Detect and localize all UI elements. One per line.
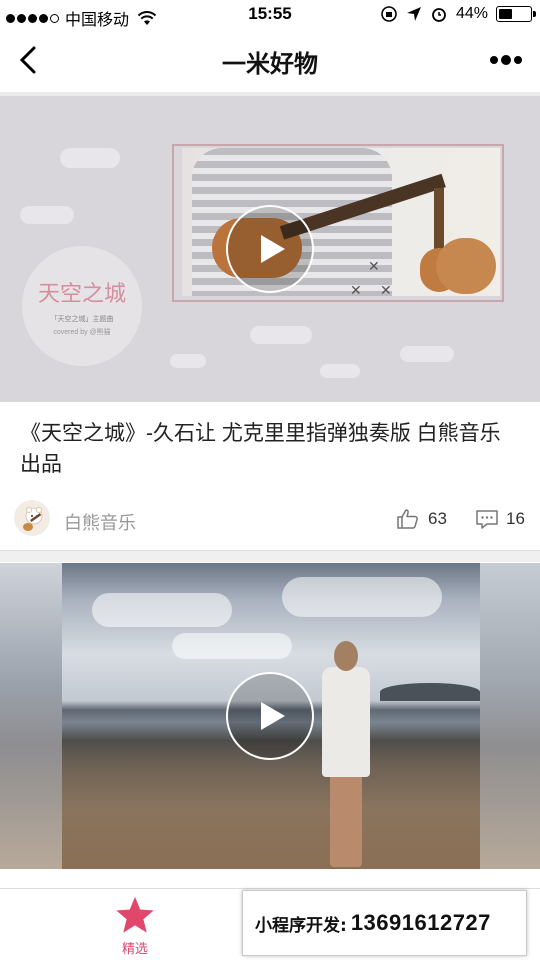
more-icon-dot [501, 55, 511, 65]
promo-phone[interactable]: 13691612727 [351, 910, 491, 936]
tab-featured-label: 精选 [121, 941, 148, 956]
person-head [334, 641, 358, 671]
bear-icon [23, 507, 43, 531]
location-icon [406, 7, 421, 21]
more-icon-dot [514, 56, 522, 64]
person-shirt [322, 667, 370, 777]
nav-bar: 一米好物 [0, 30, 540, 92]
thumbnail-logo-credit: covered by @熊猫 [53, 328, 111, 336]
x-mark: ✕ [380, 282, 392, 296]
cloud-decoration [172, 633, 292, 659]
more-button[interactable] [486, 42, 526, 78]
comment-count: 16 [506, 509, 525, 528]
comment-icon[interactable] [475, 507, 499, 531]
cloud-decoration [400, 346, 454, 362]
alarm-icon [432, 8, 446, 22]
status-bar: 中国移动 15:55 44% [0, 0, 540, 30]
person-legs [330, 771, 362, 867]
ukulele-body [436, 238, 496, 294]
cloud-decoration [320, 364, 360, 378]
thumbnail-logo-title: 天空之城 [37, 281, 126, 307]
status-right: 44% [380, 5, 536, 23]
play-icon [261, 702, 285, 730]
cloud-decoration [170, 354, 206, 368]
play-icon [261, 235, 285, 263]
promo-label: 小程序开发: [255, 915, 347, 936]
distant-hill [380, 683, 480, 701]
page-title: 一米好物 [222, 50, 318, 78]
thumbnail-blur-edge [0, 563, 62, 869]
ukulele-photo: ✕ ✕ ✕ [182, 148, 500, 296]
thumbs-up-icon[interactable] [396, 507, 420, 531]
video-meta: 白熊音乐 63 16 [0, 500, 540, 540]
cloud-decoration [282, 577, 442, 617]
thumbnail-logo: 天空之城 「天空之城」主题曲 covered by @熊猫 [22, 246, 142, 366]
more-icon-dot [490, 56, 498, 64]
video-title[interactable]: 《天空之城》-久石让 尤克里里指弹独奏版 白熊音乐出品 [20, 418, 520, 480]
thumbnail-logo-subtitle: 「天空之城」主题曲 [50, 315, 114, 323]
thumbnail-blur-edge [480, 563, 540, 869]
battery-fill [499, 9, 513, 19]
person-figure [320, 641, 372, 867]
author-avatar[interactable] [14, 500, 50, 536]
cloud-decoration [250, 326, 312, 344]
author-name[interactable]: 白熊音乐 [64, 509, 136, 535]
cloud-decoration [20, 206, 74, 224]
video-thumbnail-1[interactable]: ✕ ✕ ✕ 天空之城 「天空之城」主题曲 covered by @熊猫 [0, 96, 540, 402]
like-count: 63 [428, 509, 447, 528]
battery-percent: 44% [455, 5, 488, 22]
feed-divider [0, 550, 540, 562]
battery-icon [496, 6, 536, 22]
x-mark: ✕ [368, 258, 380, 274]
cloud-decoration [92, 593, 232, 627]
orientation-lock-icon [381, 6, 397, 22]
play-button[interactable] [226, 672, 314, 760]
ukulele-neck [434, 188, 444, 250]
play-button[interactable] [226, 205, 314, 293]
chevron-left-icon [19, 46, 36, 74]
star-icon [116, 896, 154, 933]
cloud-decoration [60, 148, 120, 168]
x-mark: ✕ [350, 282, 362, 296]
promo-banner[interactable]: 小程序开发: 13691612727 [242, 890, 527, 956]
tab-featured[interactable]: 精选 [104, 895, 166, 957]
video-thumbnail-2[interactable] [0, 563, 540, 869]
back-button[interactable] [10, 42, 46, 78]
